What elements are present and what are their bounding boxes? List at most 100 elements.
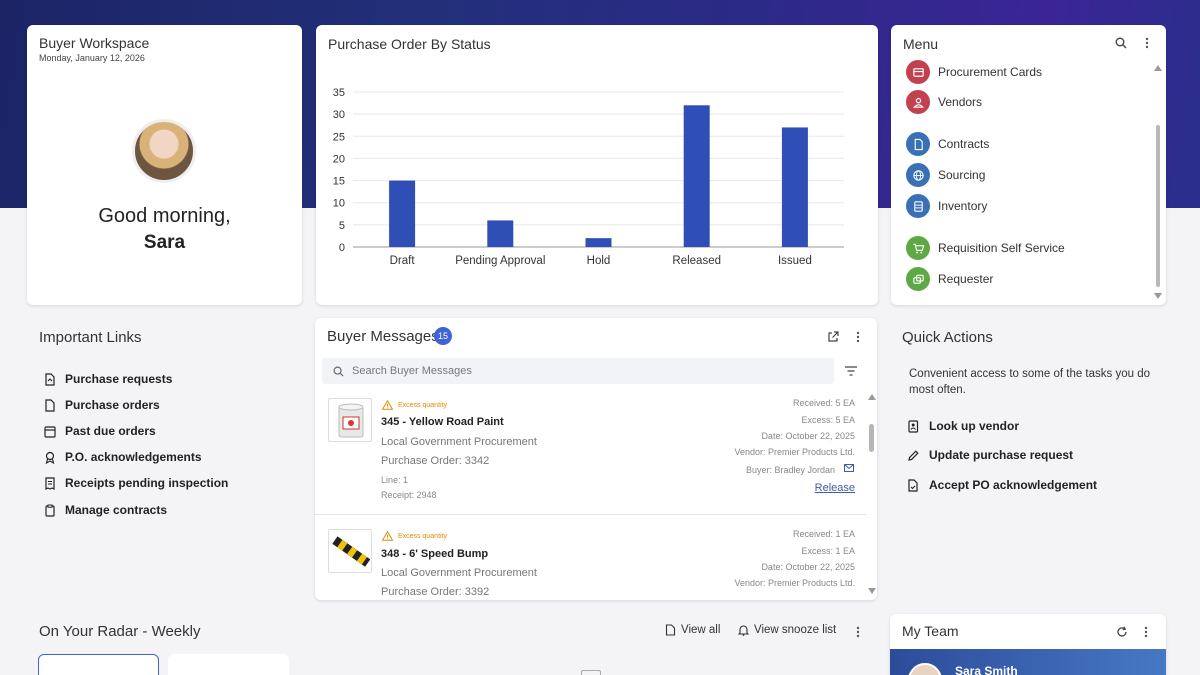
y-tick-label: 30 bbox=[333, 109, 345, 121]
menu-item-vendors[interactable]: Vendors bbox=[906, 90, 982, 114]
menu-item-contracts[interactable]: Contracts bbox=[906, 132, 989, 156]
scroll-down-arrow[interactable] bbox=[867, 586, 877, 596]
x-tick-label: Draft bbox=[390, 255, 416, 267]
y-tick-label: 15 bbox=[333, 176, 345, 188]
message-buyer: Buyer: Bradley Jordan bbox=[745, 465, 835, 475]
open-external-icon[interactable] bbox=[825, 329, 841, 345]
y-tick-label: 35 bbox=[333, 87, 345, 99]
menu-item-requester[interactable]: Requester bbox=[906, 267, 993, 291]
link-manage-contracts[interactable]: Manage contracts bbox=[44, 503, 167, 517]
link-purchase-orders[interactable]: Purchase orders bbox=[44, 398, 160, 412]
award-icon bbox=[45, 451, 55, 464]
scroll-up-arrow[interactable] bbox=[1153, 63, 1163, 73]
quick-action-label: Update purchase request bbox=[929, 448, 1074, 462]
message-count-badge: 15 bbox=[434, 327, 452, 345]
bar-released[interactable] bbox=[683, 105, 710, 248]
bar-issued[interactable] bbox=[781, 127, 808, 247]
menu-card: Menu Procurement Cards Vendors Contracts… bbox=[891, 25, 1166, 305]
message-received: Received: 5 EA bbox=[792, 398, 855, 408]
message-line: Line: 1 bbox=[381, 475, 409, 485]
link-receipts-pending-inspection[interactable]: Receipts pending inspection bbox=[44, 476, 228, 490]
view-all-button[interactable]: View all bbox=[665, 624, 720, 636]
message-item[interactable]: Excess quantity 348 - 6' Speed Bump Loca… bbox=[315, 527, 867, 600]
quick-actions-title: Quick Actions bbox=[902, 329, 993, 346]
link-po-acknowledgements[interactable]: P.O. acknowledgements bbox=[44, 450, 202, 464]
globe-icon bbox=[906, 163, 930, 187]
po-status-chart-card: Purchase Order By Status 0 5 10 15 20 25 30 35 D… bbox=[316, 25, 878, 305]
link-purchase-requests[interactable]: Purchase requests bbox=[44, 372, 172, 386]
document-icon bbox=[665, 624, 676, 636]
quick-action-accept-po-acknowledgement[interactable]: Accept PO acknowledgement bbox=[907, 478, 1097, 492]
scroll-down-arrow[interactable] bbox=[1153, 291, 1163, 301]
message-po: Purchase Order: 3342 bbox=[381, 455, 490, 467]
radar-title: On Your Radar - Weekly bbox=[39, 623, 201, 640]
link-label: Past due orders bbox=[65, 424, 156, 438]
y-tick-label: 20 bbox=[333, 153, 345, 165]
quick-actions-description: Convenient access to some of the tasks y… bbox=[909, 368, 1150, 396]
search-icon[interactable] bbox=[1113, 35, 1129, 51]
team-title: My Team bbox=[902, 623, 959, 639]
message-item[interactable]: Excess quantity 345 - Yellow Road Paint … bbox=[315, 396, 867, 514]
message-po: Purchase Order: 3392 bbox=[381, 586, 490, 598]
warning-label: Excess quantity bbox=[382, 400, 447, 410]
my-team-card: My Team Sara Smith bbox=[890, 614, 1166, 675]
bar-pending-approval[interactable] bbox=[487, 220, 514, 247]
email-icon[interactable] bbox=[843, 462, 855, 474]
search-messages-input[interactable]: Search Buyer Messages bbox=[322, 358, 834, 384]
messages-scrollbar[interactable] bbox=[869, 424, 874, 452]
menu-title: Menu bbox=[903, 36, 939, 52]
bar-draft[interactable] bbox=[389, 180, 416, 247]
x-tick-label: Pending Approval bbox=[455, 255, 545, 267]
calendar-icon bbox=[44, 425, 56, 438]
menu-item-sourcing[interactable]: Sourcing bbox=[906, 163, 985, 187]
scroll-up-arrow[interactable] bbox=[867, 392, 877, 402]
link-label: Receipts pending inspection bbox=[65, 476, 229, 490]
person-icon bbox=[906, 90, 930, 114]
greeting-text: Good morning, bbox=[98, 205, 231, 227]
more-options-icon[interactable] bbox=[850, 624, 866, 640]
menu-item-label: Procurement Cards bbox=[938, 65, 1043, 79]
more-options-icon[interactable] bbox=[1139, 35, 1155, 51]
release-link[interactable]: Release bbox=[815, 482, 855, 494]
radar-tab-selected[interactable] bbox=[38, 654, 159, 675]
message-received: Received: 1 EA bbox=[792, 529, 855, 539]
po-status-bar-chart: 0 5 10 15 20 25 30 35 Draft Pending Approval Hold R… bbox=[333, 87, 844, 267]
cart-icon bbox=[906, 236, 930, 260]
message-org: Local Government Procurement bbox=[381, 567, 537, 579]
filter-icon[interactable] bbox=[838, 358, 864, 384]
menu-scrollbar[interactable] bbox=[1156, 125, 1160, 287]
quick-action-update-purchase-request[interactable]: Update purchase request bbox=[907, 448, 1073, 462]
warning-text: Excess quantity bbox=[398, 532, 448, 540]
menu-item-inventory[interactable]: Inventory bbox=[906, 194, 987, 218]
more-options-icon[interactable] bbox=[1138, 624, 1154, 640]
avatar bbox=[132, 119, 196, 183]
card-icon bbox=[906, 60, 930, 84]
document-check-icon bbox=[908, 478, 918, 492]
message-vendor: Vendor: Premier Products Ltd. bbox=[734, 578, 855, 588]
radar-tab[interactable] bbox=[168, 654, 289, 675]
menu-item-procurement-cards[interactable]: Procurement Cards bbox=[906, 60, 1042, 84]
link-label: Purchase orders bbox=[65, 398, 160, 412]
quick-action-look-up-vendor[interactable]: Look up vendor bbox=[907, 419, 1019, 433]
refresh-icon[interactable] bbox=[1114, 624, 1130, 640]
menu-item-requisition-self-service[interactable]: Requisition Self Service bbox=[906, 236, 1065, 260]
product-image-speed-bump bbox=[328, 529, 372, 573]
product-image-paint bbox=[328, 398, 372, 442]
view-snooze-list-button[interactable]: View snooze list bbox=[738, 624, 836, 636]
buyer-messages-card: Buyer Messages 15 Search Buyer Messages … bbox=[315, 318, 877, 600]
link-past-due-orders[interactable]: Past due orders bbox=[44, 424, 156, 438]
y-tick-label: 10 bbox=[333, 198, 345, 210]
y-tick-label: 0 bbox=[339, 242, 345, 254]
more-options-icon[interactable] bbox=[850, 329, 866, 345]
avatar bbox=[908, 663, 942, 675]
bar-hold[interactable] bbox=[585, 238, 612, 247]
bell-icon bbox=[738, 625, 749, 636]
x-tick-label: Released bbox=[672, 255, 721, 267]
team-member-banner[interactable]: Sara Smith bbox=[890, 649, 1166, 675]
stack-icon bbox=[906, 267, 930, 291]
workspace-card: Buyer Workspace Monday, January 12, 2026… bbox=[27, 25, 302, 305]
warning-icon bbox=[382, 531, 393, 541]
message-org: Local Government Procurement bbox=[381, 436, 537, 448]
message-excess: Excess: 1 EA bbox=[801, 546, 855, 556]
view-all-label: View all bbox=[681, 624, 721, 636]
